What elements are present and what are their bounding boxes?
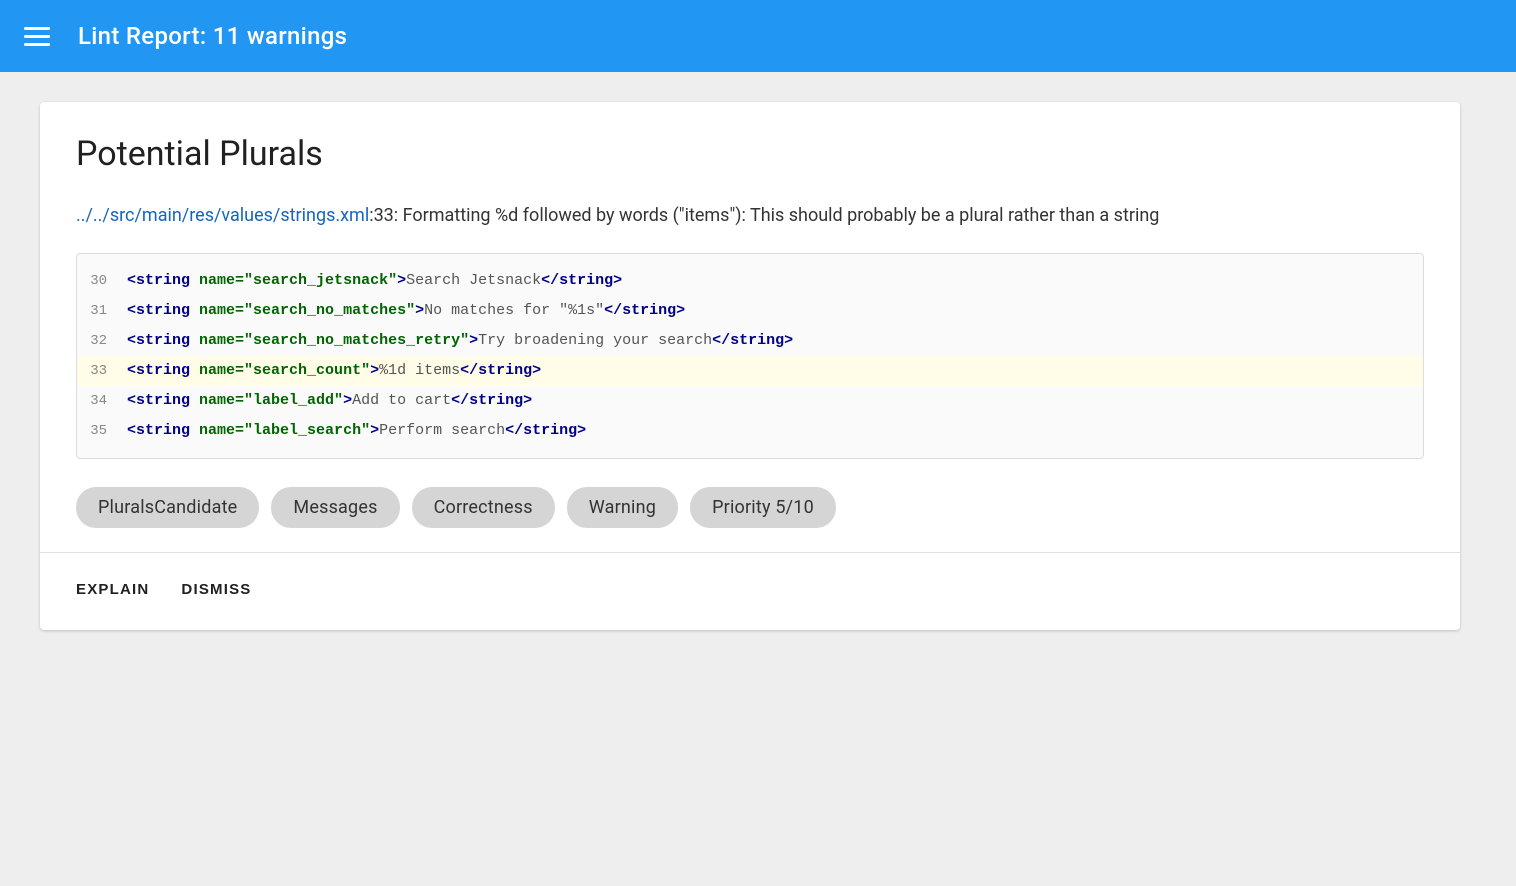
- actions-row: EXPLAIN DISMISS: [76, 573, 1424, 602]
- tag-warning: Warning: [567, 487, 678, 528]
- code-content: <string name="label_add">Add to cart</st…: [127, 389, 532, 413]
- tag-plurals-candidate: PluralsCandidate: [76, 487, 259, 528]
- divider: [40, 552, 1460, 553]
- tag-priority: Priority 5/10: [690, 487, 836, 528]
- line-number: 35: [77, 420, 127, 442]
- issue-detail: :33: Formatting %d followed by words ("i…: [369, 205, 1159, 226]
- issue-link[interactable]: ../../src/main/res/values/strings.xml: [76, 205, 369, 226]
- line-number: 31: [77, 300, 127, 322]
- card-title: Potential Plurals: [76, 134, 1424, 174]
- line-number: 30: [77, 270, 127, 292]
- line-number: 32: [77, 330, 127, 352]
- hamburger-menu-icon[interactable]: [24, 27, 50, 46]
- code-content: <string name="search_no_matches_retry">T…: [127, 329, 793, 353]
- code-content: <string name="search_count">%1d items</s…: [127, 359, 541, 383]
- code-line-35: 35 <string name="label_search">Perform s…: [77, 416, 1423, 446]
- code-content: <string name="search_jetsnack">Search Je…: [127, 269, 622, 293]
- code-content: <string name="search_no_matches">No matc…: [127, 299, 685, 323]
- dismiss-button[interactable]: DISMISS: [181, 577, 251, 602]
- explain-button[interactable]: EXPLAIN: [76, 577, 149, 602]
- app-header: Lint Report: 11 warnings: [0, 0, 1516, 72]
- code-line-33: 33 <string name="search_count">%1d items…: [77, 356, 1423, 386]
- tag-correctness: Correctness: [412, 487, 555, 528]
- code-line-34: 34 <string name="label_add">Add to cart<…: [77, 386, 1423, 416]
- code-content: <string name="label_search">Perform sear…: [127, 419, 586, 443]
- tag-messages: Messages: [271, 487, 399, 528]
- content-area: Potential Plurals ../../src/main/res/val…: [0, 72, 1516, 660]
- header-title: Lint Report: 11 warnings: [78, 22, 347, 50]
- code-line-30: 30 <string name="search_jetsnack">Search…: [77, 266, 1423, 296]
- line-number: 33: [77, 360, 127, 382]
- line-number: 34: [77, 390, 127, 412]
- code-block: 30 <string name="search_jetsnack">Search…: [76, 253, 1424, 459]
- code-line-32: 32 <string name="search_no_matches_retry…: [77, 326, 1423, 356]
- tags-row: PluralsCandidate Messages Correctness Wa…: [76, 487, 1424, 528]
- lint-card: Potential Plurals ../../src/main/res/val…: [40, 102, 1460, 630]
- issue-description: ../../src/main/res/values/strings.xml:33…: [76, 202, 1424, 229]
- code-line-31: 31 <string name="search_no_matches">No m…: [77, 296, 1423, 326]
